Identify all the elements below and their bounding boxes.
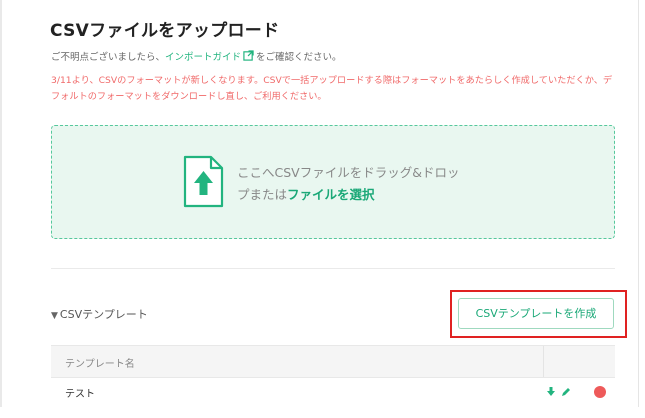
left-rail [0,0,2,407]
table-row[interactable]: テスト [51,378,615,418]
csv-template-label: CSVテンプレート [59,308,148,321]
external-link-icon[interactable] [243,50,254,61]
template-name-cell: テスト [65,389,95,400]
template-table-header: テンプレート名 [51,345,615,378]
edit-icon[interactable] [561,387,571,397]
select-file-link[interactable]: ファイルを選択 [287,187,375,202]
delete-icon[interactable] [594,386,606,398]
format-change-notice: 3/11より、CSVのフォーマットが新しくなります。CSVで一括アップロードする… [51,75,613,102]
triangle-down-icon: ▼ [51,311,58,321]
page-title: CSVファイルをアップロード [50,21,280,41]
csv-template-toggle[interactable]: ▼ CSVテンプレート [51,306,148,322]
dropzone-line2-prefix: プまたは [237,187,288,202]
dropzone-line2: プまたはファイルを選択 [237,184,459,206]
file-upload-icon [183,155,224,208]
column-template-name: テンプレート名 [65,359,135,370]
dropzone-line1: ここへCSVファイルをドラッグ&ドロッ [237,165,460,180]
right-border [638,0,639,407]
download-icon[interactable] [546,387,556,397]
section-divider [51,268,615,269]
help-suffix: をご確認ください。 [256,52,342,63]
create-csv-template-button[interactable]: CSVテンプレートを作成 [458,298,614,329]
help-line: ご不明点ございましたら、インポートガイド をご確認ください。 [51,49,342,63]
dropzone-text: ここへCSVファイルをドラッグ&ドロッ プまたはファイルを選択 [237,162,459,206]
help-prefix: ご不明点ございましたら、 [51,52,166,63]
import-guide-link[interactable]: インポートガイド [165,52,241,63]
column-separator [543,346,544,377]
csv-dropzone[interactable]: ここへCSVファイルをドラッグ&ドロッ プまたはファイルを選択 [51,125,615,239]
